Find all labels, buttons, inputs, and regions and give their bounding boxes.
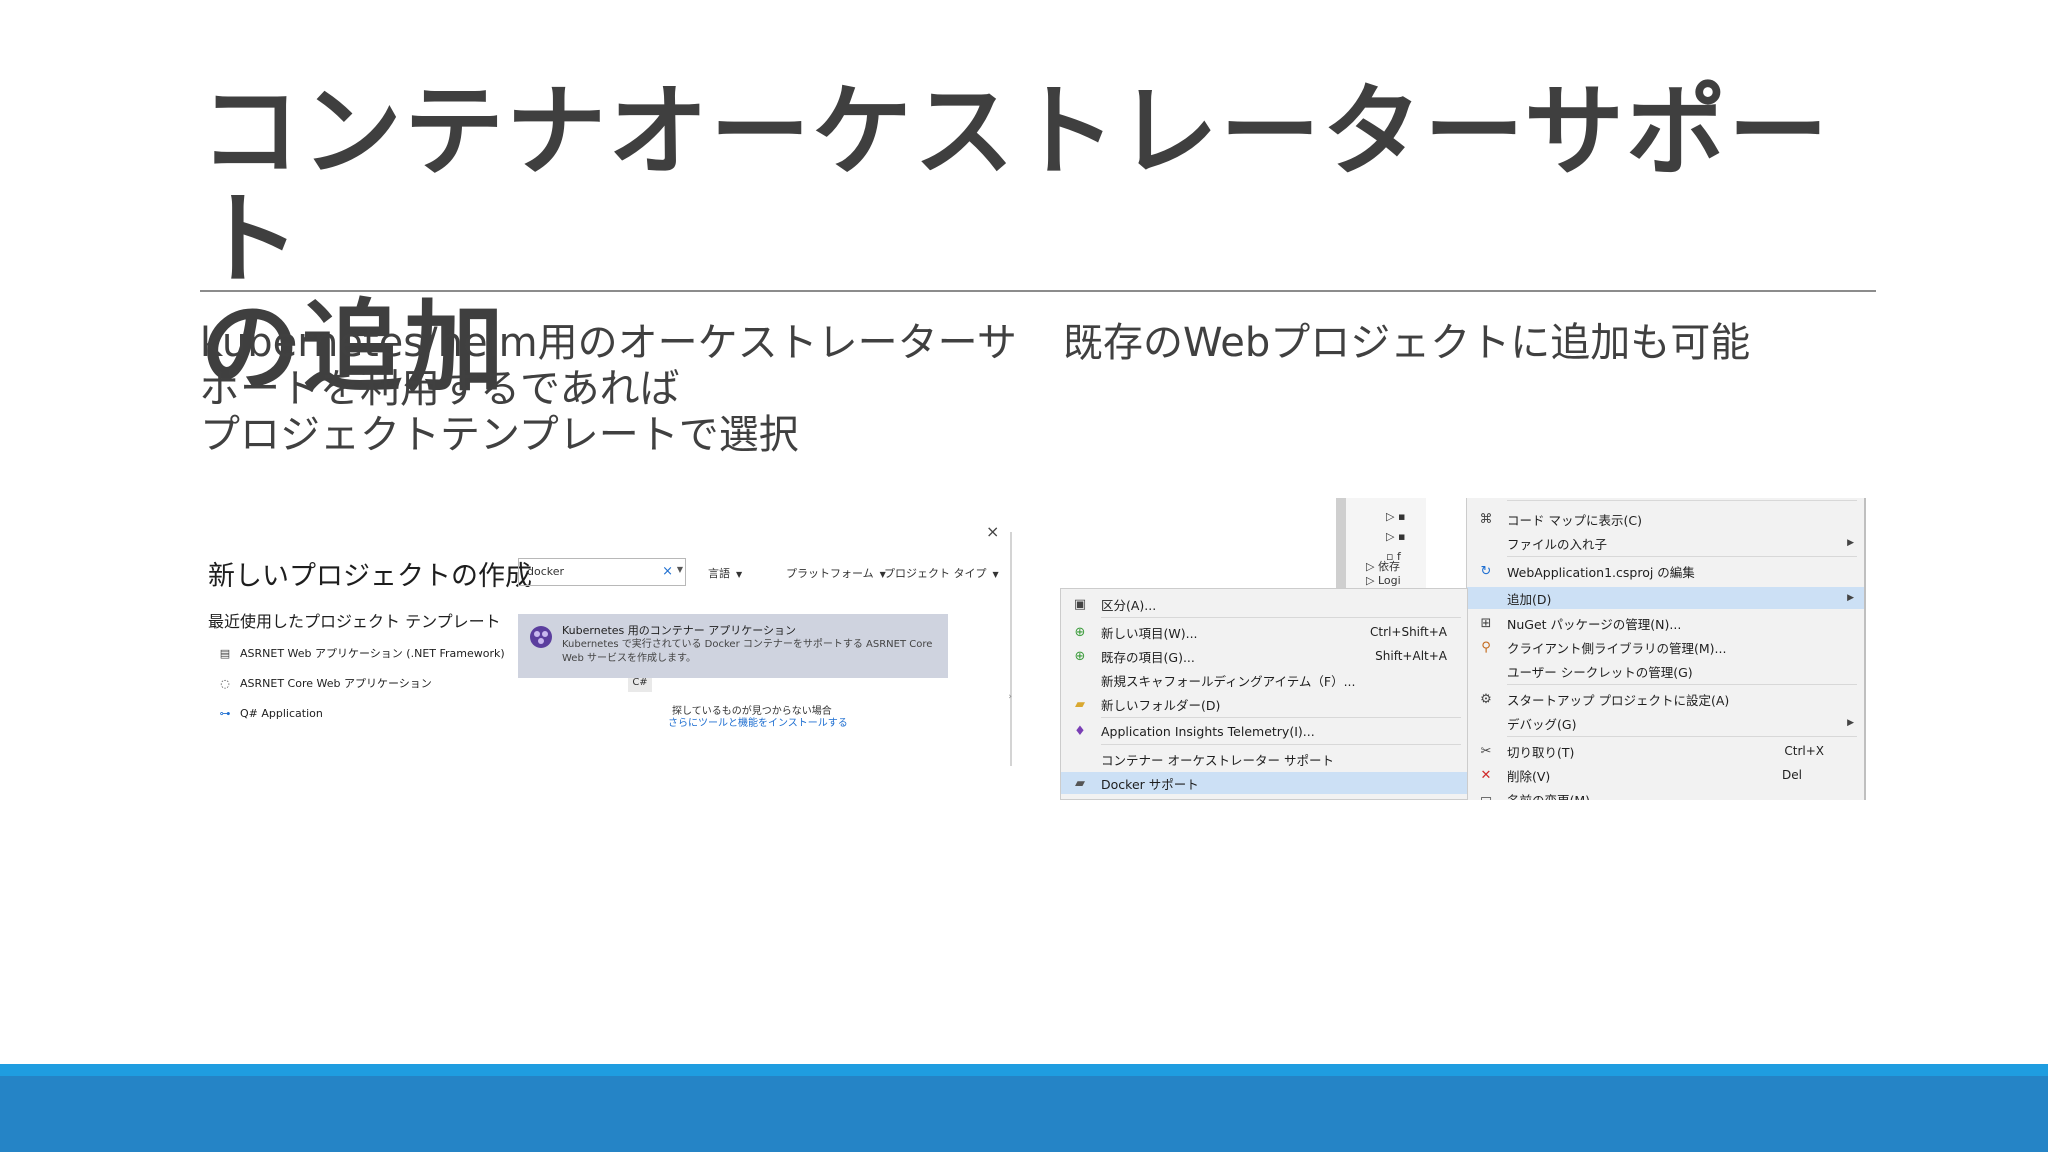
lightbulb-icon: ♦	[1074, 723, 1086, 739]
tree-item[interactable]: ▷ 依存	[1366, 558, 1400, 574]
menu-item-scaffolding[interactable]: 新規スキャフォールディングアイテム（F）...	[1061, 669, 1467, 691]
menu-item-existing-item[interactable]: ⊕ 既存の項目(G)... Shift+Alt+A	[1061, 645, 1467, 667]
footer-bar	[0, 1076, 2048, 1152]
tree-item[interactable]: ▷ Logi	[1366, 574, 1401, 587]
docker-folder-icon: ▰	[1075, 775, 1085, 791]
menu-item-user-secrets[interactable]: ユーザー シークレットの管理(G)	[1467, 660, 1864, 682]
recent-template-label: Q# Application	[240, 706, 323, 720]
scissors-icon: ✂	[1480, 743, 1492, 759]
title-divider	[200, 290, 1876, 292]
submenu-arrow-icon: ▶	[1847, 593, 1854, 603]
result-title: Kubernetes 用のコンテナー アプリケーション	[562, 624, 797, 637]
result-description: Kubernetes で実行されている Docker コンテナーをサポートする …	[562, 639, 933, 664]
search-result-item[interactable]: Kubernetes 用のコンテナー アプリケーション Kubernetes で…	[518, 614, 948, 678]
dialog-title: 新しいプロジェクトの作成	[208, 561, 532, 592]
web-app-icon: ▤	[219, 646, 231, 660]
menu-item-client-libs[interactable]: ⚲ クライアント側ライブラリの管理(M)...	[1467, 636, 1864, 658]
tree-expand-icon[interactable]: ▷ ▪	[1386, 510, 1405, 523]
submenu-arrow-icon: ▶	[1847, 538, 1854, 548]
menu-item-set-startup[interactable]: ⚙ スタートアップ プロジェクトに設定(A)	[1467, 688, 1864, 710]
right-column-text: 既存のWebプロジェクトに追加も可能	[1063, 320, 1751, 366]
project-type-filter[interactable]: プロジェクト タイプ ▼	[884, 565, 999, 581]
kubernetes-container-icon	[530, 626, 552, 648]
project-context-menu: ⌘ コード マップに表示(C) ファイルの入れ子 ▶ ↻ WebApplication…	[1466, 498, 1866, 800]
search-value: docker	[527, 565, 565, 578]
menu-item-nuget[interactable]: ⊞ NuGet パッケージの管理(N)...	[1467, 612, 1864, 634]
menu-item-file-nesting[interactable]: ファイルの入れ子 ▶	[1467, 532, 1864, 554]
qsharp-icon: ⊶	[219, 706, 231, 720]
add-submenu: ▣ 区分(A)... ⊕ 新しい項目(W)... Ctrl+Shift+A ⊕ 既存の項…	[1060, 588, 1468, 800]
template-search-input[interactable]: docker × ▼	[518, 558, 686, 586]
nuget-icon: ⊞	[1480, 615, 1492, 631]
new-item-icon: ⊕	[1074, 624, 1086, 640]
left-column-text: kubernetes/helm用のオーケストレーターサポートを利用するであれば …	[200, 320, 1017, 458]
shortcut-key: Shift+Alt+A	[1375, 649, 1447, 663]
menu-item-edit-csproj[interactable]: ↻ WebApplication1.csproj の編集	[1467, 560, 1864, 582]
context-menu-screenshot: ▷ ▪ ▷ ▪ ▫ f ▷ 依存 ▷ Logi ⌘ コード マップに表示(C) フ…	[1060, 498, 1866, 800]
menu-item-area[interactable]: ▣ 区分(A)...	[1061, 593, 1467, 615]
recent-templates-heading: 最近使用したプロジェクト テンプレート	[208, 612, 501, 631]
delete-icon: ✕	[1480, 767, 1492, 783]
menu-item-debug[interactable]: デバッグ(G) ▶	[1467, 712, 1864, 734]
code-map-icon: ⌘	[1479, 511, 1493, 527]
gear-icon: ⚙	[1480, 691, 1492, 707]
tree-expand-icon[interactable]: ▷ ▪	[1386, 530, 1405, 543]
clear-search-icon[interactable]: ×	[662, 564, 673, 579]
dialog-edge	[1010, 532, 1012, 766]
menu-item-docker-support[interactable]: ▰ Docker サポート	[1061, 772, 1467, 794]
new-project-dialog-screenshot: × 新しいプロジェクトの作成 最近使用したプロジェクト テンプレート ▤ ASR…	[186, 522, 1012, 766]
menu-item-rename[interactable]: ▭ 名前の変更(M)	[1467, 788, 1864, 801]
library-icon: ⚲	[1481, 639, 1491, 655]
close-icon[interactable]: ×	[986, 522, 999, 541]
chevron-down-icon: ▼	[992, 570, 999, 579]
menu-item-add[interactable]: 追加(D) ▶	[1467, 587, 1864, 609]
menu-item-cut[interactable]: ✂ 切り取り(T) Ctrl+X	[1467, 740, 1864, 762]
menu-item-new-item[interactable]: ⊕ 新しい項目(W)... Ctrl+Shift+A	[1061, 621, 1467, 643]
menu-item-app-insights[interactable]: ♦ Application Insights Telemetry(I)...	[1061, 720, 1467, 742]
scroll-arrow-icon[interactable]: ›	[1008, 692, 1012, 702]
menu-item-orchestrator-support[interactable]: コンテナー オーケストレーター サポート	[1061, 748, 1467, 770]
folder-icon: ▰	[1075, 696, 1085, 712]
submenu-arrow-icon: ▶	[1847, 718, 1854, 728]
menu-item-new-folder[interactable]: ▰ 新しいフォルダー(D)	[1061, 693, 1467, 715]
chevron-down-icon[interactable]: ▼	[677, 565, 683, 574]
recent-template-item[interactable]: ⊶ Q# Application	[218, 702, 648, 724]
refresh-icon: ↻	[1480, 563, 1492, 579]
area-icon: ▣	[1073, 596, 1087, 612]
menu-item-code-map[interactable]: ⌘ コード マップに表示(C)	[1467, 508, 1864, 530]
existing-item-icon: ⊕	[1074, 648, 1086, 664]
chevron-down-icon: ▼	[736, 570, 743, 579]
footer-accent-bar	[0, 1064, 2048, 1076]
core-web-icon: ◌	[220, 676, 230, 690]
shortcut-key: Ctrl+X	[1784, 744, 1824, 758]
shortcut-key: Del	[1782, 768, 1802, 782]
title-line-1: コンテナオーケストレーターサポート	[200, 73, 1830, 298]
menu-item-delete[interactable]: ✕ 削除(V) Del	[1467, 764, 1864, 786]
rename-icon: ▭	[1479, 791, 1493, 801]
language-filter[interactable]: 言語 ▼	[708, 565, 742, 581]
install-tools-link[interactable]: さらにツールと機能をインストールする	[668, 714, 848, 729]
shortcut-key: Ctrl+Shift+A	[1370, 625, 1447, 639]
solution-explorer-tree: ▷ ▪ ▷ ▪ ▫ f ▷ 依存 ▷ Logi	[1336, 498, 1426, 588]
platform-filter[interactable]: プラットフォーム ▼	[786, 565, 886, 581]
